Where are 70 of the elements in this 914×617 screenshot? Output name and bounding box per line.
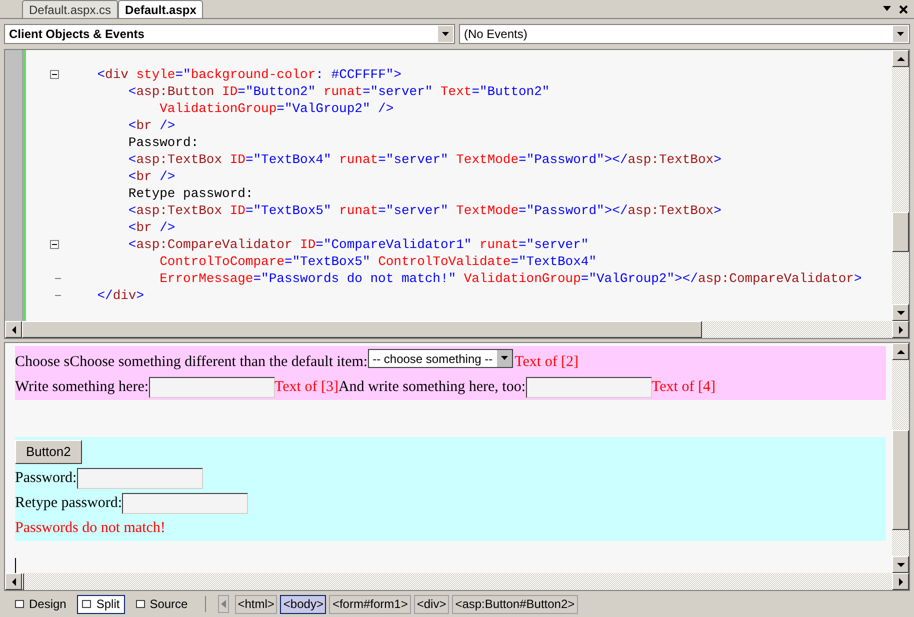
div-block[interactable]: Button2 Password: Retype password: Passwords do not match! bbox=[15, 437, 886, 541]
text-cursor bbox=[15, 558, 16, 573]
select-dropdown[interactable]: -- choose something -- bbox=[368, 349, 513, 368]
label-text: Write something here: bbox=[15, 378, 149, 396]
label-text: Retype password: bbox=[15, 494, 122, 512]
breadcrumb-tag[interactable]: <body> bbox=[280, 594, 326, 614]
view-mode-icon bbox=[15, 600, 24, 608]
code-line: Password: bbox=[127, 135, 199, 150]
horizontal-scrollbar[interactable] bbox=[5, 573, 909, 590]
scroll-right-button[interactable] bbox=[892, 573, 909, 590]
breadcrumb-tag[interactable]: <div> bbox=[414, 594, 450, 614]
code-line: <asp:CompareValidator ID="CompareValidator1" runat="server" bbox=[127, 237, 589, 252]
caret-icon bbox=[438, 26, 453, 42]
label-text: Password: bbox=[15, 468, 77, 488]
validator-text: Text of [3] bbox=[274, 378, 338, 396]
label-text: Choose sChoose something different than the default item: bbox=[15, 352, 368, 372]
text-input[interactable] bbox=[526, 377, 652, 398]
scroll-left-button[interactable] bbox=[5, 573, 22, 590]
code-line: Retype password: bbox=[127, 186, 254, 201]
code-line: <div style="background-color: #CCFFFF"> bbox=[96, 67, 402, 82]
horizontal-scrollbar[interactable] bbox=[5, 321, 909, 338]
breadcrumb-tag[interactable]: <form#form1> bbox=[329, 594, 411, 614]
code-line: ErrorMessage="Passwords do not match!" ValidationGroup="ValGroup2"></asp:CompareValidator> bbox=[158, 271, 862, 286]
view-toggle[interactable]: Source bbox=[130, 594, 193, 614]
view-mode-icon bbox=[136, 600, 145, 608]
breadcrumb-tag[interactable]: <asp:Button#Button2> bbox=[452, 594, 578, 614]
caret-icon bbox=[496, 350, 512, 367]
scroll-up-button[interactable] bbox=[892, 50, 909, 67]
vertical-scrollbar[interactable] bbox=[892, 50, 909, 321]
div-block[interactable]: Choose sChoose something different than the default item: -- choose something -- Text of [2] Write something here: Text of [3]And write something here, too: Text of [4] bbox=[15, 346, 886, 400]
code-line: <asp:TextBox ID="TextBox5" runat="server" TextMode="Password"></asp:TextBox> bbox=[127, 203, 722, 218]
validator-text: Passwords do not match! bbox=[15, 518, 166, 538]
scroll-down-button[interactable] bbox=[892, 556, 909, 573]
code-line: <br /> bbox=[127, 169, 176, 184]
scroll-down-button[interactable] bbox=[892, 304, 909, 321]
view-toggle[interactable]: Split bbox=[77, 594, 125, 614]
code-line: <br /> bbox=[127, 220, 176, 235]
design-surface[interactable] bbox=[5, 343, 892, 573]
button[interactable]: Button2 bbox=[15, 440, 82, 464]
file-tab[interactable]: Default.aspx.cs bbox=[22, 0, 118, 18]
scroll-right-button[interactable] bbox=[892, 321, 909, 338]
breadcrumb-tag[interactable]: <html> bbox=[234, 594, 278, 614]
code-editor[interactable] bbox=[26, 50, 892, 321]
code-line: </div> bbox=[96, 288, 144, 303]
code-line: <br /> bbox=[127, 118, 176, 133]
events-dropdown[interactable]: (No Events) bbox=[459, 24, 910, 44]
validator-text: Text of [2] bbox=[514, 352, 579, 372]
close-icon[interactable] bbox=[899, 5, 908, 14]
code-line: <asp:Button ID="Button2" runat="server" Text="Button2" bbox=[127, 84, 550, 99]
text-input[interactable] bbox=[122, 493, 248, 514]
validator-text: Text of [4] bbox=[652, 378, 716, 396]
collapse-icon[interactable] bbox=[50, 240, 59, 249]
scroll-up-button[interactable] bbox=[892, 343, 909, 360]
view-toggle[interactable]: Design bbox=[10, 594, 72, 614]
arrow-icon bbox=[220, 600, 226, 608]
code-line: ValidationGroup="ValGroup2" /> bbox=[158, 101, 394, 116]
dropdown-icon[interactable] bbox=[883, 6, 891, 12]
label-text: And write something here, too: bbox=[338, 378, 526, 396]
text-input[interactable] bbox=[148, 377, 275, 398]
caret-icon bbox=[893, 26, 908, 42]
text-input[interactable] bbox=[76, 468, 203, 489]
view-mode-icon bbox=[82, 600, 92, 608]
file-tab[interactable]: Default.aspx bbox=[118, 0, 204, 18]
scroll-left-button[interactable] bbox=[5, 321, 22, 338]
objects-dropdown[interactable]: Client Objects & Events bbox=[4, 24, 455, 44]
code-line: <asp:TextBox ID="TextBox4" runat="server" TextMode="Password"></asp:TextBox> bbox=[127, 152, 722, 167]
collapse-icon[interactable] bbox=[50, 70, 59, 79]
vertical-scrollbar[interactable] bbox=[892, 343, 909, 573]
code-line: ControlToCompare="TextBox5" ControlToValidate="TextBox4" bbox=[158, 254, 597, 269]
breadcrumb-back-button[interactable] bbox=[218, 595, 229, 613]
